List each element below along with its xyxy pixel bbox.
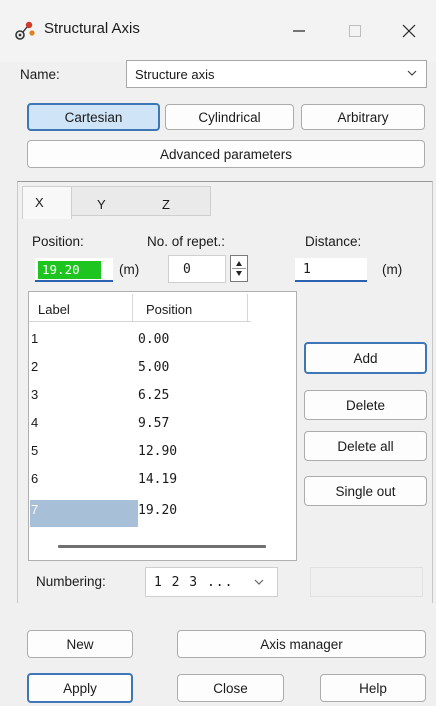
row-label-selected[interactable]: 7 xyxy=(31,502,38,517)
tab-x-label: X xyxy=(35,195,44,210)
tab-z[interactable]: Z xyxy=(162,197,170,212)
add-button[interactable]: Add xyxy=(304,342,427,374)
cartesian-button[interactable]: Cartesian xyxy=(27,103,160,131)
delete-all-button[interactable]: Delete all xyxy=(304,431,427,461)
row-label[interactable]: 3 xyxy=(31,387,38,402)
header-position[interactable]: Position xyxy=(146,302,192,317)
distance-unit: (m) xyxy=(382,262,403,277)
help-button[interactable]: Help xyxy=(320,674,426,702)
name-label: Name: xyxy=(20,67,60,82)
arbitrary-button[interactable]: Arbitrary xyxy=(301,104,425,130)
cylindrical-button[interactable]: Cylindrical xyxy=(165,104,294,130)
name-value: Structure axis xyxy=(135,66,215,82)
row-position[interactable]: 0.00 xyxy=(138,332,169,347)
maximize-icon xyxy=(349,25,361,37)
header-label[interactable]: Label xyxy=(38,302,70,317)
maximize-button[interactable] xyxy=(328,12,382,50)
name-dropdown[interactable]: Structure axis xyxy=(126,60,427,88)
window-title: Structural Axis xyxy=(44,20,140,37)
numbering-value: 1 2 3 ... xyxy=(154,574,234,590)
apply-button[interactable]: Apply xyxy=(27,673,133,703)
position-input[interactable]: 19.20 xyxy=(35,258,113,282)
repetitions-input[interactable]: 0 xyxy=(168,255,226,283)
new-button[interactable]: New xyxy=(27,630,133,658)
minimize-button[interactable] xyxy=(272,12,326,50)
row-position[interactable]: 9.57 xyxy=(138,416,169,431)
spin-up-icon[interactable] xyxy=(236,261,242,266)
repetitions-value: 0 xyxy=(183,262,191,277)
row-label[interactable]: 5 xyxy=(31,443,38,458)
axis-manager-button[interactable]: Axis manager xyxy=(177,630,426,658)
header-divider xyxy=(132,294,133,321)
distance-input[interactable]: 1 xyxy=(295,258,367,282)
numbering-dropdown[interactable]: 1 2 3 ... xyxy=(145,567,278,597)
position-unit: (m) xyxy=(119,262,140,277)
numbering-label: Numbering: xyxy=(36,574,106,589)
position-label: Position: xyxy=(32,234,84,249)
position-value: 19.20 xyxy=(38,261,101,279)
row-position[interactable]: 12.90 xyxy=(138,444,177,459)
chevron-down-icon xyxy=(254,579,264,585)
tab-x[interactable] xyxy=(22,186,72,219)
distance-label: Distance: xyxy=(305,234,362,249)
chevron-down-icon xyxy=(407,70,417,76)
row-position[interactable]: 14.19 xyxy=(138,472,177,487)
horizontal-scrollbar[interactable] xyxy=(58,545,266,548)
advanced-parameters-button[interactable]: Advanced parameters xyxy=(27,140,425,168)
single-out-button[interactable]: Single out xyxy=(304,476,427,506)
row-label[interactable]: 6 xyxy=(31,471,38,486)
delete-button[interactable]: Delete xyxy=(304,390,427,420)
row-label[interactable]: 1 xyxy=(31,331,38,346)
close-button[interactable]: Close xyxy=(177,674,284,702)
row-label[interactable]: 4 xyxy=(31,415,38,430)
close-window-button[interactable] xyxy=(382,12,436,50)
disabled-field xyxy=(310,567,423,597)
repetitions-spinner[interactable] xyxy=(230,255,248,282)
spin-down-icon[interactable] xyxy=(236,271,242,276)
row-position[interactable]: 5.00 xyxy=(138,360,169,375)
distance-value: 1 xyxy=(303,262,311,277)
selected-row-highlight xyxy=(30,500,138,527)
row-position-selected[interactable]: 19.20 xyxy=(138,503,177,518)
header-divider xyxy=(247,294,248,321)
row-label[interactable]: 2 xyxy=(31,359,38,374)
tab-y[interactable]: Y xyxy=(97,197,106,212)
structural-axis-app-icon xyxy=(15,21,35,40)
repetitions-label: No. of repet.: xyxy=(147,234,226,249)
minimize-icon xyxy=(293,30,305,32)
close-icon xyxy=(402,24,416,38)
row-position[interactable]: 6.25 xyxy=(138,388,169,403)
